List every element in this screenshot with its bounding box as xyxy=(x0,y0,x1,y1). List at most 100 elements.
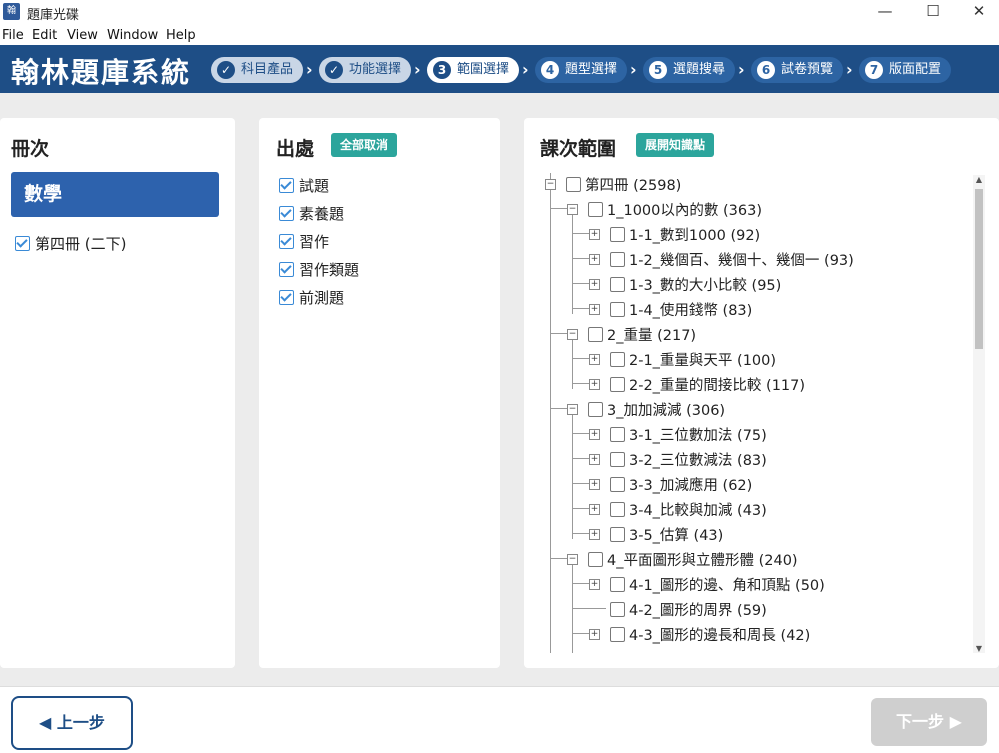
expand-icon[interactable]: + xyxy=(589,304,600,315)
tree-checkbox[interactable] xyxy=(610,277,625,292)
step-question-type[interactable]: 4 題型選擇 xyxy=(535,57,627,83)
menu-edit[interactable]: Edit xyxy=(32,28,57,43)
title-bar: 翰林 題庫光碟 — ☐ ✕ xyxy=(0,0,999,33)
menu-help[interactable]: Help xyxy=(166,28,196,43)
prev-step-button[interactable]: ◀ 上一步 xyxy=(11,696,133,750)
deselect-all-button[interactable]: 全部取消 xyxy=(331,133,398,157)
scrollbar-thumb[interactable] xyxy=(975,189,983,349)
expand-icon[interactable]: + xyxy=(589,579,600,590)
tree-checkbox[interactable] xyxy=(610,427,625,442)
collapse-icon[interactable]: − xyxy=(567,204,578,215)
expand-icon[interactable]: + xyxy=(589,454,600,465)
tree-connector xyxy=(572,339,573,389)
expand-icon[interactable]: + xyxy=(589,279,600,290)
tree-connector xyxy=(572,308,589,309)
tree-checkbox[interactable] xyxy=(610,602,625,617)
footer-bar: ◀ 上一步 下一步 ▶ xyxy=(0,686,999,753)
tree-label: 1-2_幾個百、幾個十、幾個一 (93) xyxy=(629,253,854,269)
check-icon: ✓ xyxy=(325,61,343,79)
step-number: 3 xyxy=(433,61,451,79)
source-checkbox[interactable] xyxy=(279,206,294,221)
step-arrow-icon: › xyxy=(846,60,853,79)
expand-icon[interactable]: + xyxy=(589,479,600,490)
source-checkbox[interactable] xyxy=(279,262,294,277)
tree-connector xyxy=(572,233,589,234)
book-panel: 冊次 數學 第四冊 (二下) xyxy=(0,118,235,668)
step-label: 選題搜尋 xyxy=(673,62,726,77)
collapse-icon[interactable]: − xyxy=(567,404,578,415)
tree-checkbox[interactable] xyxy=(610,527,625,542)
tree-checkbox[interactable] xyxy=(610,502,625,517)
expand-icon[interactable]: + xyxy=(589,229,600,240)
tree-checkbox[interactable] xyxy=(610,302,625,317)
tree-checkbox[interactable] xyxy=(610,352,625,367)
tree-connector xyxy=(572,283,589,284)
source-checkbox[interactable] xyxy=(279,234,294,249)
step-range-select[interactable]: 3 範圍選擇 xyxy=(427,57,519,83)
source-label: 前測題 xyxy=(299,289,345,307)
tree-checkbox[interactable] xyxy=(588,552,603,567)
tree-checkbox[interactable] xyxy=(610,227,625,242)
minimize-button[interactable]: — xyxy=(862,0,908,25)
tree-label: 3-1_三位數加法 (75) xyxy=(629,428,767,444)
expand-icon[interactable]: + xyxy=(589,254,600,265)
scroll-up-icon[interactable]: ▲ xyxy=(973,175,985,184)
step-page-layout[interactable]: 7 版面配置 xyxy=(859,57,951,83)
tree-checkbox[interactable] xyxy=(610,252,625,267)
tree-connector xyxy=(572,214,573,314)
step-function-select[interactable]: ✓ 功能選擇 xyxy=(319,57,411,83)
expand-icon[interactable]: + xyxy=(589,629,600,640)
menu-file[interactable]: File xyxy=(2,28,24,43)
tree-label: 1-4_使用錢幣 (83) xyxy=(629,303,753,319)
expand-icon[interactable]: + xyxy=(589,504,600,515)
tree-checkbox[interactable] xyxy=(610,577,625,592)
collapse-icon[interactable]: − xyxy=(567,554,578,565)
tree-connector xyxy=(572,583,589,584)
step-number: 6 xyxy=(757,61,775,79)
range-panel-title: 課次範圍 xyxy=(540,138,617,160)
maximize-button[interactable]: ☐ xyxy=(910,0,956,25)
tree-connector xyxy=(572,383,589,384)
source-checkbox[interactable] xyxy=(279,178,294,193)
expand-icon[interactable]: + xyxy=(589,529,600,540)
tree-label: 4_平面圖形與立體形體 (240) xyxy=(607,553,798,569)
collapse-icon[interactable]: − xyxy=(545,179,556,190)
menu-window[interactable]: Window xyxy=(107,28,158,43)
tree-connector xyxy=(550,189,551,653)
collapse-icon[interactable]: − xyxy=(567,329,578,340)
tree-checkbox[interactable] xyxy=(566,177,581,192)
source-label: 試題 xyxy=(299,177,330,195)
tree-checkbox[interactable] xyxy=(588,327,603,342)
step-label: 範圍選擇 xyxy=(457,62,510,77)
tree-checkbox[interactable] xyxy=(610,627,625,642)
expand-icon[interactable]: + xyxy=(589,379,600,390)
tree-connector xyxy=(572,483,589,484)
source-panel: 出處 全部取消 試題 素養題 習作 習作類題 前測題 xyxy=(259,118,500,668)
brand-title: 翰林題庫系統 xyxy=(11,56,192,89)
expand-knowledge-button[interactable]: 展開知識點 xyxy=(636,133,715,157)
tree-checkbox[interactable] xyxy=(588,202,603,217)
expand-icon[interactable]: + xyxy=(589,354,600,365)
expand-icon[interactable]: + xyxy=(589,429,600,440)
step-exam-preview[interactable]: 6 試卷預覽 xyxy=(751,57,843,83)
source-checkbox[interactable] xyxy=(279,290,294,305)
tree-scrollbar[interactable]: ▲ ▼ xyxy=(973,175,985,653)
app-header: 翰林題庫系統 ✓ 科目產品 › ✓ 功能選擇 › 3 範圍選擇 › 4 題型選擇… xyxy=(0,45,999,93)
tree-checkbox[interactable] xyxy=(610,477,625,492)
tree-checkbox[interactable] xyxy=(588,402,603,417)
subject-tab-math[interactable]: 數學 xyxy=(11,172,219,217)
step-arrow-icon: › xyxy=(306,60,313,79)
step-subject-product[interactable]: ✓ 科目產品 xyxy=(211,57,303,83)
subject-label: 數學 xyxy=(24,183,63,205)
source-label: 習作類題 xyxy=(299,261,360,279)
scroll-down-icon[interactable]: ▼ xyxy=(973,644,985,653)
menu-bar: File Edit View Window Help xyxy=(0,25,999,45)
tree-checkbox[interactable] xyxy=(610,452,625,467)
next-step-button[interactable]: 下一步 ▶ xyxy=(871,698,987,746)
tree-checkbox[interactable] xyxy=(610,377,625,392)
close-button[interactable]: ✕ xyxy=(956,0,999,25)
menu-view[interactable]: View xyxy=(67,28,98,43)
book-checkbox[interactable] xyxy=(15,236,30,251)
step-label: 版面配置 xyxy=(889,62,942,77)
step-question-search[interactable]: 5 選題搜尋 xyxy=(643,57,735,83)
